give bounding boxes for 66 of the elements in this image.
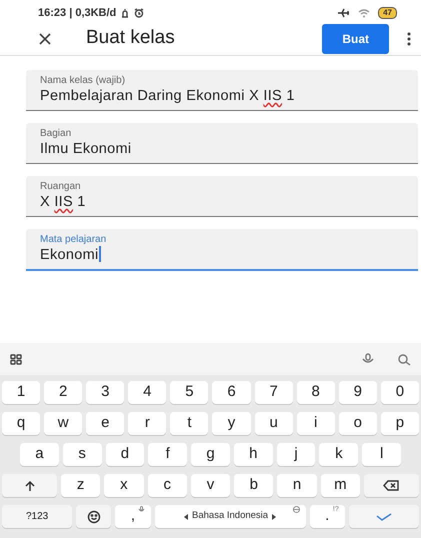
microphone-icon[interactable]: [361, 353, 375, 365]
key[interactable]: p: [380, 412, 419, 435]
key[interactable]: b: [234, 474, 274, 497]
key[interactable]: n: [277, 474, 317, 497]
shift-icon: [24, 480, 36, 492]
key[interactable]: z: [61, 474, 100, 497]
key[interactable]: t: [170, 412, 208, 435]
key[interactable]: 3: [86, 381, 124, 404]
alarm-icon: [134, 8, 144, 18]
backspace-key[interactable]: [364, 474, 419, 497]
check-icon: [376, 512, 392, 522]
key[interactable]: w: [44, 412, 82, 435]
emoji-icon: [86, 510, 101, 524]
close-icon: [38, 32, 52, 46]
comma-key[interactable]: ,: [115, 505, 151, 528]
key[interactable]: r: [128, 412, 166, 435]
airplane-icon: [337, 8, 350, 18]
key[interactable]: v: [190, 474, 230, 497]
key[interactable]: k: [319, 443, 358, 466]
symbols-key[interactable]: ?123: [2, 505, 72, 528]
shift-key[interactable]: [2, 474, 57, 497]
key[interactable]: l: [362, 443, 402, 466]
text-field[interactable]: Bagian Ilmu Ekonomi: [26, 123, 418, 164]
key[interactable]: d: [106, 443, 144, 466]
key[interactable]: 5: [170, 381, 208, 404]
text-field[interactable]: Nama kelas (wajib) Pembelajaran Daring Ekonomi X IIS 1: [26, 70, 418, 111]
key[interactable]: 0: [380, 381, 419, 404]
create-button[interactable]: Buat: [322, 24, 389, 54]
key[interactable]: g: [191, 443, 230, 466]
notification-icon: [120, 8, 130, 18]
emoji-key[interactable]: [76, 505, 112, 528]
backspace-icon: [383, 480, 400, 491]
key[interactable]: u: [254, 412, 293, 435]
key[interactable]: 9: [338, 381, 377, 404]
key[interactable]: h: [234, 443, 273, 466]
battery-icon: 47: [378, 7, 397, 19]
key[interactable]: q: [2, 412, 40, 435]
key[interactable]: f: [148, 443, 188, 466]
page-title: Buat kelas: [86, 26, 176, 50]
space-key[interactable]: Bahasa Indonesia: [154, 505, 306, 528]
wifi-icon: [358, 8, 370, 18]
status-time: 16:23 | 0,3KB/d: [38, 6, 116, 21]
search-icon[interactable]: [397, 352, 411, 366]
key[interactable]: 4: [128, 381, 166, 404]
left-arrow-icon: [184, 514, 188, 520]
grid-icon: [10, 354, 22, 364]
text-field[interactable]: Ruangan X IIS 1: [26, 176, 418, 217]
key[interactable]: o: [338, 412, 377, 435]
key[interactable]: x: [104, 474, 144, 497]
key[interactable]: 1: [2, 381, 40, 404]
microphone-icon: [138, 506, 145, 513]
more-icon[interactable]: [407, 32, 411, 46]
key[interactable]: a: [20, 443, 59, 466]
key[interactable]: c: [148, 474, 187, 497]
key[interactable]: e: [86, 412, 124, 435]
key[interactable]: 8: [296, 381, 335, 404]
key[interactable]: 2: [44, 381, 82, 404]
key[interactable]: 6: [212, 381, 251, 404]
key[interactable]: y: [212, 412, 251, 435]
key[interactable]: i: [296, 412, 335, 435]
key[interactable]: j: [276, 443, 316, 466]
text-field[interactable]: Mata pelajaran Ekonomi: [26, 229, 418, 271]
right-arrow-icon: [272, 514, 276, 520]
key[interactable]: m: [320, 474, 360, 497]
key[interactable]: s: [62, 443, 102, 466]
key[interactable]: 7: [254, 381, 293, 404]
